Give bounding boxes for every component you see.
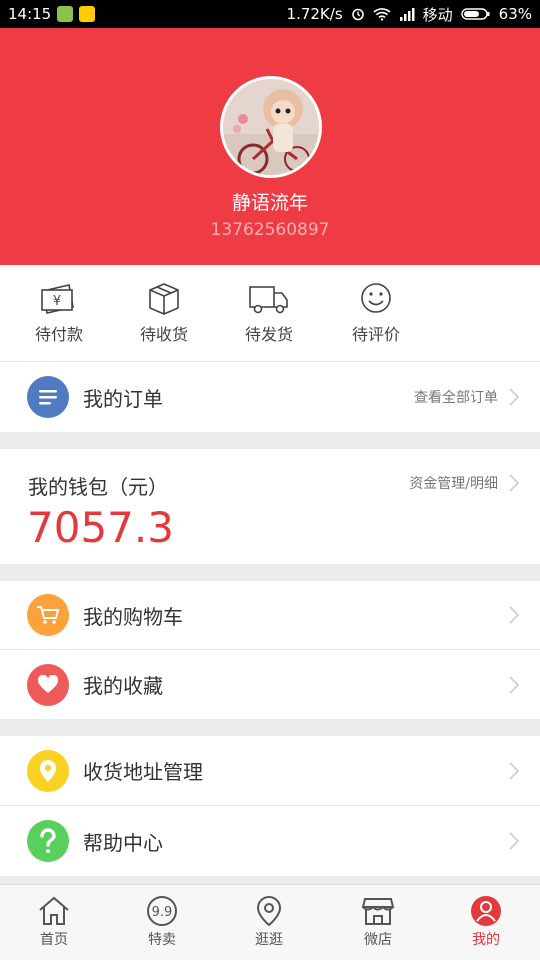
- status-bar: 14:15 1.72K/s 移动 63%: [0, 0, 540, 28]
- wallet-yuan-icon: ¥: [41, 284, 74, 314]
- question-mark-icon: [27, 820, 69, 862]
- truck-icon: [249, 286, 288, 314]
- avatar[interactable]: [220, 76, 322, 178]
- svg-text:9.9: 9.9: [152, 905, 173, 920]
- order-status-pending-payment[interactable]: ¥ 待付款: [19, 281, 99, 345]
- my-cart-row[interactable]: 我的购物车: [0, 581, 540, 649]
- network-speed: 1.72K/s: [286, 5, 343, 23]
- carrier-name: 移动: [422, 5, 453, 24]
- wifi-icon: [373, 7, 391, 21]
- order-status-to-ship[interactable]: 待发货: [229, 281, 309, 345]
- wallet-card: 我的钱包（元） 资金管理/明细 7057.3: [0, 449, 540, 564]
- battery-percent: 63%: [498, 5, 532, 23]
- signal-icon: [399, 7, 415, 21]
- tab-browse[interactable]: 逛逛: [234, 895, 304, 949]
- order-status-to-receive[interactable]: 待收货: [124, 281, 204, 345]
- shop-icon: [361, 898, 395, 925]
- tab-sale[interactable]: 9.9 特卖: [127, 895, 197, 949]
- battery-icon: [460, 7, 491, 21]
- my-cart-label: 我的购物车: [83, 604, 183, 629]
- smiley-icon: [361, 283, 391, 313]
- user-phone: 13762560897: [210, 220, 330, 240]
- package-box-icon: [149, 283, 179, 315]
- svg-text:¥: ¥: [53, 294, 61, 309]
- tab-label: 特卖: [148, 932, 176, 948]
- tab-mine[interactable]: 我的: [451, 895, 521, 949]
- tab-label: 逛逛: [255, 932, 283, 948]
- profile-icon: [471, 896, 501, 926]
- status-time: 14:15: [8, 5, 52, 23]
- notification-app-icon: [57, 6, 74, 22]
- address-management-label: 收货地址管理: [83, 760, 203, 784]
- chevron-right-icon: [509, 832, 520, 850]
- tab-label: 首页: [40, 932, 68, 948]
- bottom-tab-bar: 首页 9.9 特卖 逛逛 微店 我的: [0, 884, 540, 960]
- order-status-to-review[interactable]: 待评价: [336, 281, 416, 345]
- chevron-right-icon: [509, 761, 520, 780]
- my-orders-label: 我的订单: [83, 386, 163, 411]
- view-all-orders-link[interactable]: 查看全部订单: [414, 387, 498, 407]
- home-icon: [39, 896, 69, 925]
- profile-header: 静语流年 13762560897: [0, 28, 540, 265]
- wallet-title: 我的钱包（元）: [28, 475, 168, 499]
- chevron-right-icon: [509, 606, 520, 624]
- wallet-amount: 7057.3: [27, 503, 174, 552]
- tab-shop[interactable]: 微店: [343, 895, 413, 949]
- my-favorites-row[interactable]: 我的收藏: [0, 650, 540, 719]
- alarm-icon: [351, 7, 365, 21]
- list-icon: [27, 376, 69, 418]
- chevron-right-icon: [509, 474, 520, 492]
- help-center-row[interactable]: 帮助中心: [0, 806, 540, 876]
- order-status-bar: ¥ 待付款 待收货 待发货 待评价: [0, 265, 540, 362]
- qq-icon: [79, 6, 96, 22]
- username: 静语流年: [231, 192, 308, 214]
- chevron-right-icon: [509, 675, 520, 694]
- order-status-label: 待收货: [139, 325, 188, 344]
- avatar-doll-image: [223, 79, 319, 175]
- tab-label: 我的: [472, 932, 500, 948]
- order-status-label: 待发货: [244, 325, 293, 344]
- my-favorites-label: 我的收藏: [83, 674, 163, 698]
- chevron-right-icon: [509, 388, 520, 406]
- order-status-label: 待评价: [351, 325, 400, 344]
- location-pin-icon: [256, 895, 282, 927]
- address-management-row[interactable]: 收货地址管理: [0, 736, 540, 805]
- help-center-label: 帮助中心: [83, 830, 163, 855]
- location-pin-icon: [27, 749, 69, 792]
- cart-icon: [27, 594, 69, 636]
- tab-label: 微店: [364, 932, 392, 948]
- sale-99-icon: 9.9: [147, 896, 177, 926]
- fund-management-link[interactable]: 资金管理/明细: [409, 473, 498, 493]
- heart-icon: [27, 663, 69, 706]
- my-orders-row[interactable]: 我的订单 查看全部订单: [0, 362, 540, 432]
- tab-home[interactable]: 首页: [19, 895, 89, 949]
- order-status-label: 待付款: [34, 325, 83, 344]
